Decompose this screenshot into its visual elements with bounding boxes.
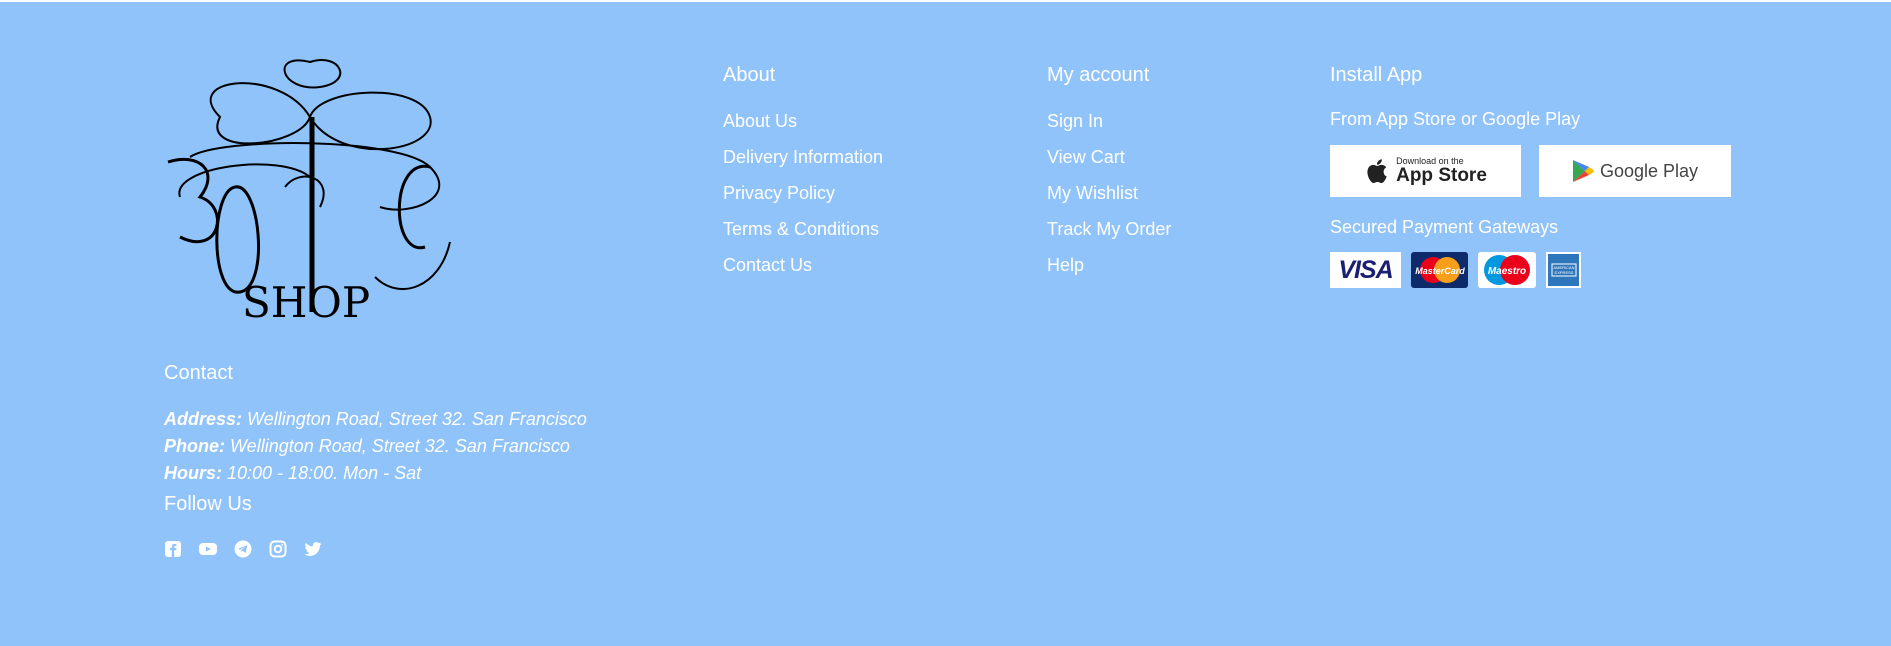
hours-value: 10:00 - 18:00. Mon - Sat [227,463,422,483]
account-links: Sign In View Cart My Wishlist Track My O… [1047,109,1171,289]
svg-text:EXPRESS: EXPRESS [1554,270,1573,275]
install-app-heading: Install App [1330,64,1423,86]
my-wishlist-link[interactable]: My Wishlist [1047,181,1171,217]
telegram-icon[interactable] [234,540,252,558]
google-play-button[interactable]: Google Play [1539,145,1731,197]
svg-text:Maestro: Maestro [1488,266,1526,277]
american-express-icon: AMERICAN EXPRESS [1546,252,1581,288]
terms-conditions-link[interactable]: Terms & Conditions [723,217,883,253]
about-links: About Us Delivery Information Privacy Po… [723,109,883,289]
shop-logo[interactable]: SHOP [160,57,455,327]
maestro-icon: Maestro [1478,252,1536,288]
help-link[interactable]: Help [1047,253,1171,289]
delivery-information-link[interactable]: Delivery Information [723,145,883,181]
social-links [164,540,322,558]
address-value: Wellington Road, Street 32. San Francisc… [247,409,587,429]
hours-label: Hours: [164,463,222,483]
contact-phone: Phone: Wellington Road, Street 32. San F… [164,436,570,457]
contact-address: Address: Wellington Road, Street 32. San… [164,409,587,430]
google-play-label: Google Play [1599,160,1699,181]
contact-heading: Contact [164,362,233,384]
address-label: Address: [164,409,243,429]
mastercard-icon: MasterCard [1411,252,1468,288]
phone-value: Wellington Road, Street 32. San Francisc… [230,436,570,456]
google-play-icon [1572,159,1594,183]
app-store-button[interactable]: Download on the App Store [1330,145,1521,197]
instagram-icon[interactable] [269,540,287,558]
privacy-policy-link[interactable]: Privacy Policy [723,181,883,217]
contact-us-link[interactable]: Contact Us [723,253,883,289]
visa-icon: VISA [1330,252,1401,288]
facebook-icon[interactable] [164,540,182,558]
app-store-label: App Store [1396,165,1487,186]
svg-text:MasterCard: MasterCard [1415,266,1465,276]
svg-text:SHOP: SHOP [242,278,370,322]
twitter-icon[interactable] [304,540,322,558]
apple-icon [1364,157,1388,185]
track-my-order-link[interactable]: Track My Order [1047,217,1171,253]
phone-label: Phone: [164,436,225,456]
app-subtitle: From App Store or Google Play [1330,109,1581,129]
about-heading: About [723,64,776,86]
payment-gateways-label: Secured Payment Gateways [1330,217,1559,237]
payment-methods: VISA MasterCard Maestro AMERICAN EXPRESS [1330,252,1581,288]
follow-us-heading: Follow Us [164,493,252,515]
about-us-link[interactable]: About Us [723,109,883,145]
youtube-icon[interactable] [199,540,217,558]
site-footer: SHOP About About Us Delivery Information… [0,2,1891,646]
account-heading: My account [1047,64,1150,86]
contact-hours: Hours: 10:00 - 18:00. Mon - Sat [164,463,421,484]
view-cart-link[interactable]: View Cart [1047,145,1171,181]
sign-in-link[interactable]: Sign In [1047,109,1171,145]
